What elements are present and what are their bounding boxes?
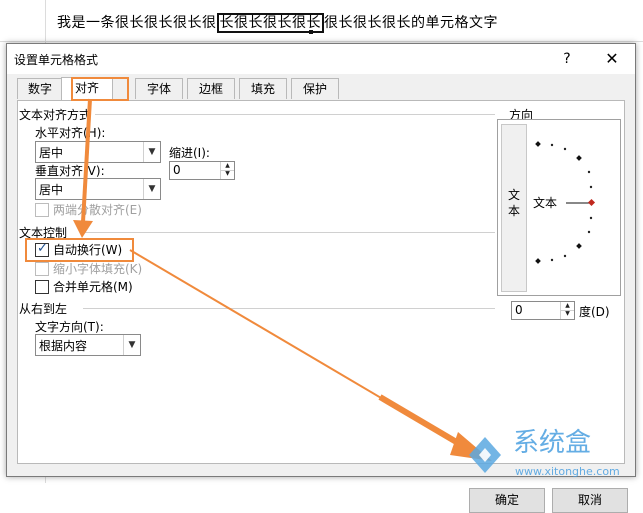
annotation-arrows (73, 98, 492, 461)
watermark-logo-icon: 系统盒 www.xitonghe.com (469, 428, 620, 478)
watermark-brand: 系统盒 (513, 428, 591, 458)
watermark-url: www.xitonghe.com (515, 465, 620, 478)
ok-button[interactable]: 确定 (469, 488, 545, 513)
arrow-head (73, 220, 93, 238)
cancel-button[interactable]: 取消 (552, 488, 628, 513)
watermark: 系统盒 www.xitonghe.com (455, 415, 643, 483)
arrow-shaft (81, 98, 92, 223)
